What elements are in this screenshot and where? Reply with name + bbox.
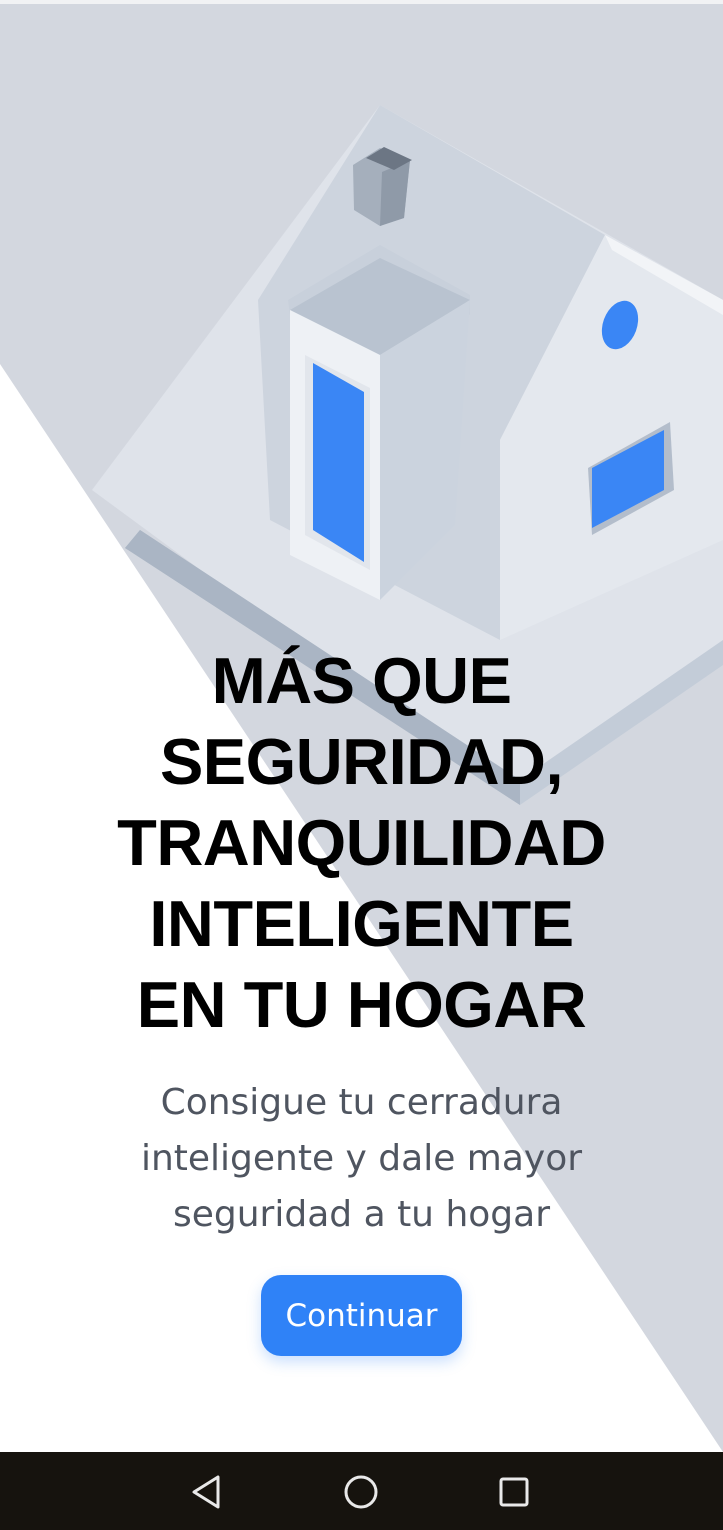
- subtitle-line: inteligente y dale mayor: [140, 1138, 583, 1179]
- headline-line: TRANQUILIDAD: [117, 806, 606, 879]
- continue-button[interactable]: Continuar: [261, 1275, 462, 1356]
- subtitle: Consigue tu cerradura inteligente y dale…: [110, 1075, 613, 1243]
- headline-line: INTELIGENTE: [149, 887, 574, 960]
- subtitle-line: Consigue tu cerradura: [160, 1082, 563, 1123]
- subtitle-line: seguridad a tu hogar: [172, 1194, 550, 1235]
- headline-line: EN TU HOGAR: [136, 968, 587, 1041]
- square-recents-icon[interactable]: [490, 1468, 538, 1516]
- triangle-back-icon[interactable]: [182, 1468, 230, 1516]
- onboarding-screen: MÁS QUE SEGURIDAD, TRANQUILIDAD INTELIGE…: [0, 0, 723, 1530]
- headline: MÁS QUE SEGURIDAD, TRANQUILIDAD INTELIGE…: [0, 640, 723, 1045]
- system-navigation-bar: [0, 1452, 723, 1530]
- headline-line: MÁS QUE: [211, 644, 512, 717]
- headline-line: SEGURIDAD,: [159, 725, 564, 798]
- circle-home-icon[interactable]: [337, 1468, 385, 1516]
